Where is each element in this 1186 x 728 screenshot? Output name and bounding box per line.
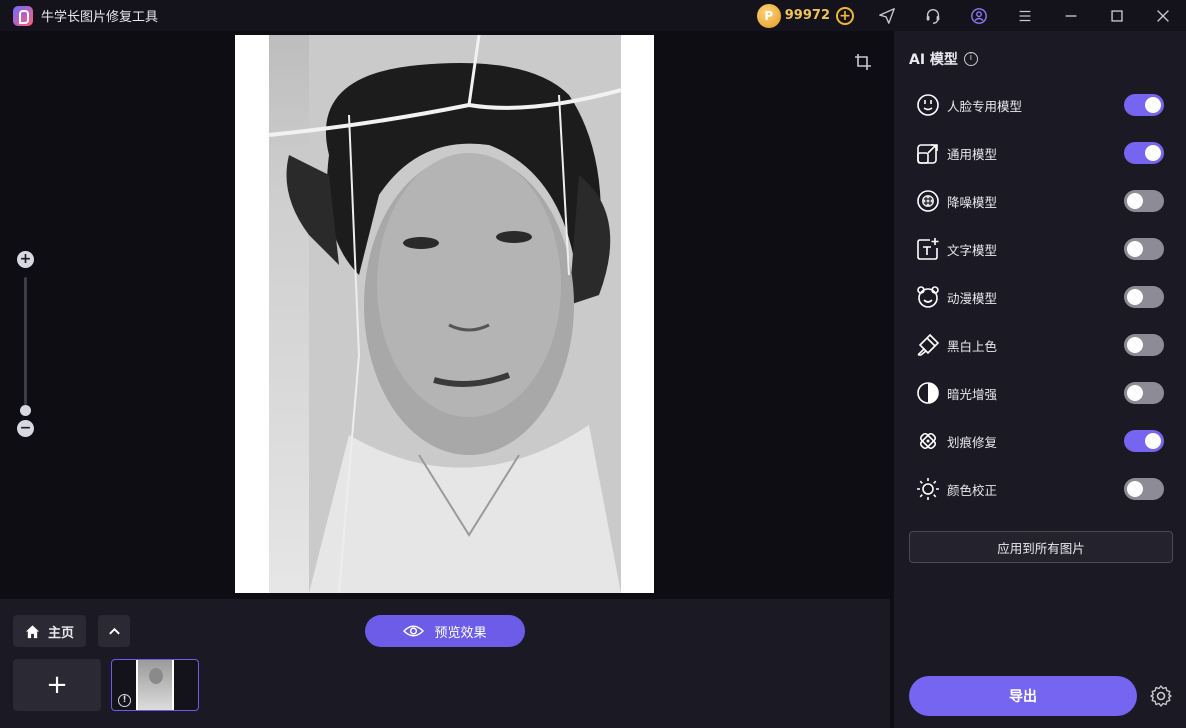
- add-image-button[interactable]: +: [13, 659, 101, 711]
- zoom-in-button[interactable]: +: [17, 251, 34, 268]
- app-window: 牛学长图片修复工具 P 99972 + + − 主页 预览效果 + ! AI 模…: [0, 0, 1186, 728]
- toggle-text-model[interactable]: [1124, 238, 1164, 260]
- model-label: 黑白上色: [947, 338, 998, 354]
- brush-icon: [916, 333, 940, 357]
- model-label: 暗光增强: [947, 386, 998, 402]
- home-button[interactable]: 主页: [13, 615, 86, 647]
- title-bar-controls: P 99972 +: [756, 0, 1186, 31]
- eye-icon: [403, 625, 425, 637]
- panel-title: AI 模型: [909, 52, 958, 68]
- thumbnail-info-icon[interactable]: !: [118, 694, 131, 707]
- model-label: 颜色校正: [947, 482, 998, 498]
- toggle-lowlight-model[interactable]: [1124, 382, 1164, 404]
- support-headset-icon[interactable]: [910, 0, 956, 31]
- gear-icon[interactable]: [1149, 684, 1173, 708]
- add-coins-button[interactable]: +: [836, 6, 854, 25]
- zoom-slider-track[interactable]: [24, 277, 27, 405]
- model-label: 人脸专用模型: [947, 98, 1023, 114]
- app-logo-icon: [13, 5, 33, 26]
- model-label: 降噪模型: [947, 194, 998, 210]
- sun-icon: [916, 477, 940, 501]
- scratch-icon: [916, 429, 940, 453]
- noise-icon: [916, 189, 940, 213]
- model-row-denoise: 降噪模型: [916, 187, 1166, 215]
- toggle-scratch-model[interactable]: [1124, 430, 1164, 452]
- collapse-tray-button[interactable]: [98, 615, 130, 647]
- model-row-face: 人脸专用模型: [916, 91, 1166, 119]
- model-row-general: 通用模型: [916, 139, 1166, 167]
- close-icon[interactable]: [1140, 0, 1186, 31]
- toggle-general-model[interactable]: [1124, 142, 1164, 164]
- expand-icon: [916, 141, 940, 165]
- image-thumbnail[interactable]: !: [111, 659, 199, 711]
- model-row-color-correct: 颜色校正: [916, 475, 1166, 503]
- minimize-icon[interactable]: [1048, 0, 1094, 31]
- send-icon[interactable]: [864, 0, 910, 31]
- home-label: 主页: [47, 625, 74, 641]
- user-account-icon[interactable]: [956, 0, 1002, 31]
- model-label: 划痕修复: [947, 434, 998, 450]
- toggle-face-model[interactable]: [1124, 94, 1164, 116]
- panel-header: AI 模型 i: [909, 49, 978, 69]
- anime-icon: [916, 285, 940, 309]
- toggle-color-correct-model[interactable]: [1124, 478, 1164, 500]
- toggle-colorize-model[interactable]: [1124, 334, 1164, 356]
- image-tray: 主页 预览效果 + !: [0, 599, 890, 728]
- info-icon[interactable]: i: [963, 52, 978, 66]
- thumbnail-face: [149, 668, 163, 684]
- export-button[interactable]: 导出: [909, 676, 1137, 716]
- photo-image: [268, 35, 622, 593]
- toggle-anime-model[interactable]: [1124, 286, 1164, 308]
- ai-model-panel: AI 模型 i 人脸专用模型 通用模型 降噪模型 文字模型 动漫模型 黑白上色 …: [894, 31, 1186, 728]
- model-row-colorize: 黑白上色: [916, 331, 1166, 359]
- preview-label: 预览效果: [434, 625, 487, 641]
- maximize-icon[interactable]: [1094, 0, 1140, 31]
- thumbnail-image: [136, 660, 174, 710]
- menu-icon[interactable]: [1002, 0, 1048, 31]
- model-row-text: 文字模型: [916, 235, 1166, 263]
- preview-button[interactable]: 预览效果: [365, 615, 525, 647]
- coin-icon: P: [756, 3, 781, 28]
- home-icon: [25, 624, 40, 638]
- model-label: 通用模型: [947, 146, 998, 162]
- text-icon: [916, 237, 940, 261]
- chevron-up-icon: [108, 627, 120, 634]
- model-row-scratch: 划痕修复: [916, 427, 1166, 455]
- app-title: 牛学长图片修复工具: [41, 10, 159, 25]
- model-label: 文字模型: [947, 242, 998, 258]
- zoom-control: + −: [17, 251, 35, 437]
- title-bar: 牛学长图片修复工具 P 99972 +: [0, 0, 1186, 31]
- model-label: 动漫模型: [947, 290, 998, 306]
- apply-to-all-button[interactable]: 应用到所有图片: [909, 531, 1173, 563]
- model-row-anime: 动漫模型: [916, 283, 1166, 311]
- photo-preview: [235, 35, 654, 593]
- toggle-denoise-model[interactable]: [1124, 190, 1164, 212]
- crop-icon[interactable]: [854, 53, 872, 71]
- zoom-slider-handle[interactable]: [20, 405, 31, 416]
- coin-count: 99972: [784, 8, 830, 23]
- zoom-out-button[interactable]: −: [17, 420, 34, 437]
- face-icon: [916, 93, 940, 117]
- model-row-lowlight: 暗光增强: [916, 379, 1166, 407]
- contrast-icon: [916, 381, 940, 405]
- image-canvas: + −: [0, 31, 890, 599]
